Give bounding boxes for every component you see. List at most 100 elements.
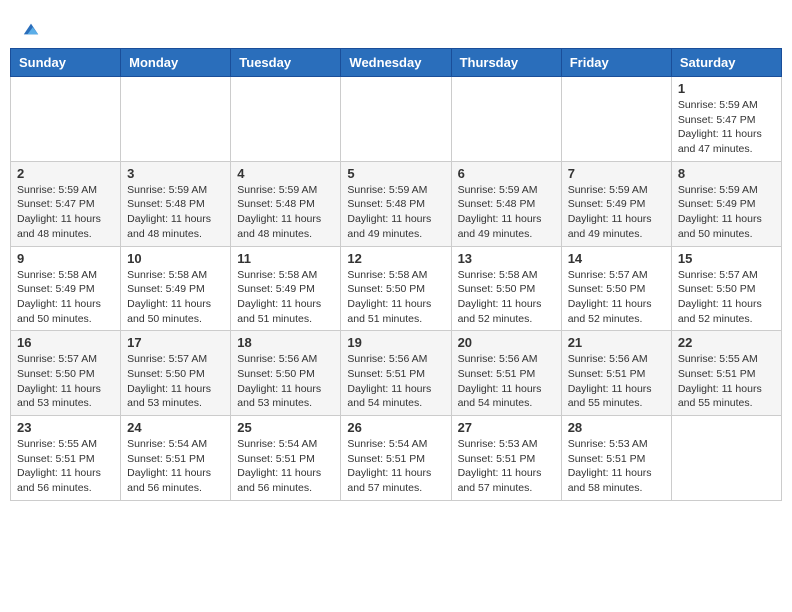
weekday-header-sunday: Sunday <box>11 49 121 77</box>
day-info: Sunrise: 5:58 AMSunset: 5:50 PMDaylight:… <box>347 268 444 327</box>
day-number: 14 <box>568 251 665 266</box>
day-cell <box>231 77 341 162</box>
day-cell: 20Sunrise: 5:56 AMSunset: 5:51 PMDayligh… <box>451 331 561 416</box>
day-cell: 17 Sunrise: 5:57 AMSunset: 5:50 PMDayligh… <box>121 331 231 416</box>
day-cell: 25 Sunrise: 5:54 AMSunset: 5:51 PMDayligh… <box>231 416 341 501</box>
day-cell <box>341 77 451 162</box>
day-info: Sunrise: 5:54 AMSunset: 5:51 PMDaylight:… <box>127 437 224 496</box>
day-info: Sunrise: 5:54 AMSunset: 5:51 PMDaylight:… <box>347 437 444 496</box>
week-row-1: 2Sunrise: 5:59 AMSunset: 5:47 PMDaylight… <box>11 161 782 246</box>
day-cell <box>451 77 561 162</box>
header <box>10 10 782 43</box>
day-info: Sunrise: 5:57 AMSunset: 5:50 PMDaylight:… <box>678 268 775 327</box>
day-info: Sunrise: 5:57 AMSunset: 5:50 PMDaylight:… <box>568 268 665 327</box>
day-info: Sunrise: 5:56 AMSunset: 5:51 PMDaylight:… <box>347 352 444 411</box>
day-info: Sunrise: 5:54 AMSunset: 5:51 PMDaylight:… <box>237 437 334 496</box>
day-number: 19 <box>347 335 444 350</box>
day-cell: 7 Sunrise: 5:59 AMSunset: 5:49 PMDaylight… <box>561 161 671 246</box>
day-cell: 19 Sunrise: 5:56 AMSunset: 5:51 PMDayligh… <box>341 331 451 416</box>
day-cell: 23 Sunrise: 5:55 AMSunset: 5:51 PMDayligh… <box>11 416 121 501</box>
day-number: 16 <box>17 335 114 350</box>
day-number: 22 <box>678 335 775 350</box>
day-number: 3 <box>127 166 224 181</box>
day-number: 17 <box>127 335 224 350</box>
weekday-header-friday: Friday <box>561 49 671 77</box>
day-cell: 15 Sunrise: 5:57 AMSunset: 5:50 PMDayligh… <box>671 246 781 331</box>
day-cell: 16 Sunrise: 5:57 AMSunset: 5:50 PMDayligh… <box>11 331 121 416</box>
day-cell: 21 Sunrise: 5:56 AMSunset: 5:51 PMDayligh… <box>561 331 671 416</box>
day-cell: 3 Sunrise: 5:59 AMSunset: 5:48 PMDaylight… <box>121 161 231 246</box>
day-info: Sunrise: 5:59 AMSunset: 5:47 PMDaylight:… <box>678 98 775 157</box>
week-row-4: 23 Sunrise: 5:55 AMSunset: 5:51 PMDayligh… <box>11 416 782 501</box>
day-number: 28 <box>568 420 665 435</box>
day-number: 21 <box>568 335 665 350</box>
day-number: 13 <box>458 251 555 266</box>
day-cell: 13 Sunrise: 5:58 AMSunset: 5:50 PMDayligh… <box>451 246 561 331</box>
day-cell: 11 Sunrise: 5:58 AMSunset: 5:49 PMDayligh… <box>231 246 341 331</box>
week-row-3: 16 Sunrise: 5:57 AMSunset: 5:50 PMDayligh… <box>11 331 782 416</box>
day-info: Sunrise: 5:57 AMSunset: 5:50 PMDaylight:… <box>127 352 224 411</box>
day-info: Sunrise: 5:58 AMSunset: 5:49 PMDaylight:… <box>237 268 334 327</box>
day-cell: 28 Sunrise: 5:53 AMSunset: 5:51 PMDayligh… <box>561 416 671 501</box>
day-number: 6 <box>458 166 555 181</box>
day-info: Sunrise: 5:58 AMSunset: 5:50 PMDaylight:… <box>458 268 555 327</box>
day-number: 9 <box>17 251 114 266</box>
day-number: 1 <box>678 81 775 96</box>
day-cell <box>561 77 671 162</box>
day-number: 15 <box>678 251 775 266</box>
day-cell: 24 Sunrise: 5:54 AMSunset: 5:51 PMDayligh… <box>121 416 231 501</box>
day-info: Sunrise: 5:56 AMSunset: 5:51 PMDaylight:… <box>568 352 665 411</box>
day-info: Sunrise: 5:59 AMSunset: 5:48 PMDaylight:… <box>458 183 555 242</box>
day-number: 5 <box>347 166 444 181</box>
day-info: Sunrise: 5:59 AMSunset: 5:49 PMDaylight:… <box>568 183 665 242</box>
day-info: Sunrise: 5:59 AMSunset: 5:48 PMDaylight:… <box>347 183 444 242</box>
weekday-header-tuesday: Tuesday <box>231 49 341 77</box>
day-cell: 1 Sunrise: 5:59 AMSunset: 5:47 PMDaylight… <box>671 77 781 162</box>
day-cell: 6 Sunrise: 5:59 AMSunset: 5:48 PMDaylight… <box>451 161 561 246</box>
day-cell: 5 Sunrise: 5:59 AMSunset: 5:48 PMDaylight… <box>341 161 451 246</box>
day-cell: 2Sunrise: 5:59 AMSunset: 5:47 PMDaylight… <box>11 161 121 246</box>
day-info: Sunrise: 5:53 AMSunset: 5:51 PMDaylight:… <box>458 437 555 496</box>
day-info: Sunrise: 5:59 AMSunset: 5:48 PMDaylight:… <box>127 183 224 242</box>
day-number: 4 <box>237 166 334 181</box>
day-number: 23 <box>17 420 114 435</box>
calendar: SundayMondayTuesdayWednesdayThursdayFrid… <box>10 48 782 501</box>
day-cell: 12Sunrise: 5:58 AMSunset: 5:50 PMDayligh… <box>341 246 451 331</box>
day-info: Sunrise: 5:59 AMSunset: 5:49 PMDaylight:… <box>678 183 775 242</box>
day-cell: 26 Sunrise: 5:54 AMSunset: 5:51 PMDayligh… <box>341 416 451 501</box>
day-info: Sunrise: 5:55 AMSunset: 5:51 PMDaylight:… <box>17 437 114 496</box>
day-number: 11 <box>237 251 334 266</box>
weekday-header-saturday: Saturday <box>671 49 781 77</box>
week-row-0: 1 Sunrise: 5:59 AMSunset: 5:47 PMDaylight… <box>11 77 782 162</box>
day-number: 24 <box>127 420 224 435</box>
day-cell <box>11 77 121 162</box>
day-number: 10 <box>127 251 224 266</box>
day-number: 20 <box>458 335 555 350</box>
day-cell: 22Sunrise: 5:55 AMSunset: 5:51 PMDayligh… <box>671 331 781 416</box>
weekday-header-wednesday: Wednesday <box>341 49 451 77</box>
weekday-header-thursday: Thursday <box>451 49 561 77</box>
day-number: 25 <box>237 420 334 435</box>
weekday-header-row: SundayMondayTuesdayWednesdayThursdayFrid… <box>11 49 782 77</box>
day-info: Sunrise: 5:58 AMSunset: 5:49 PMDaylight:… <box>127 268 224 327</box>
day-info: Sunrise: 5:56 AMSunset: 5:50 PMDaylight:… <box>237 352 334 411</box>
weekday-header-monday: Monday <box>121 49 231 77</box>
day-info: Sunrise: 5:59 AMSunset: 5:48 PMDaylight:… <box>237 183 334 242</box>
day-cell <box>121 77 231 162</box>
day-info: Sunrise: 5:57 AMSunset: 5:50 PMDaylight:… <box>17 352 114 411</box>
day-cell: 10 Sunrise: 5:58 AMSunset: 5:49 PMDayligh… <box>121 246 231 331</box>
day-cell: 27 Sunrise: 5:53 AMSunset: 5:51 PMDayligh… <box>451 416 561 501</box>
day-number: 26 <box>347 420 444 435</box>
day-number: 7 <box>568 166 665 181</box>
day-cell: 8Sunrise: 5:59 AMSunset: 5:49 PMDaylight… <box>671 161 781 246</box>
day-info: Sunrise: 5:53 AMSunset: 5:51 PMDaylight:… <box>568 437 665 496</box>
day-number: 27 <box>458 420 555 435</box>
logo-icon <box>22 20 40 38</box>
day-cell: 14 Sunrise: 5:57 AMSunset: 5:50 PMDayligh… <box>561 246 671 331</box>
day-info: Sunrise: 5:59 AMSunset: 5:47 PMDaylight:… <box>17 183 114 242</box>
day-cell: 9 Sunrise: 5:58 AMSunset: 5:49 PMDaylight… <box>11 246 121 331</box>
day-number: 18 <box>237 335 334 350</box>
day-info: Sunrise: 5:58 AMSunset: 5:49 PMDaylight:… <box>17 268 114 327</box>
logo <box>20 20 40 38</box>
week-row-2: 9 Sunrise: 5:58 AMSunset: 5:49 PMDaylight… <box>11 246 782 331</box>
